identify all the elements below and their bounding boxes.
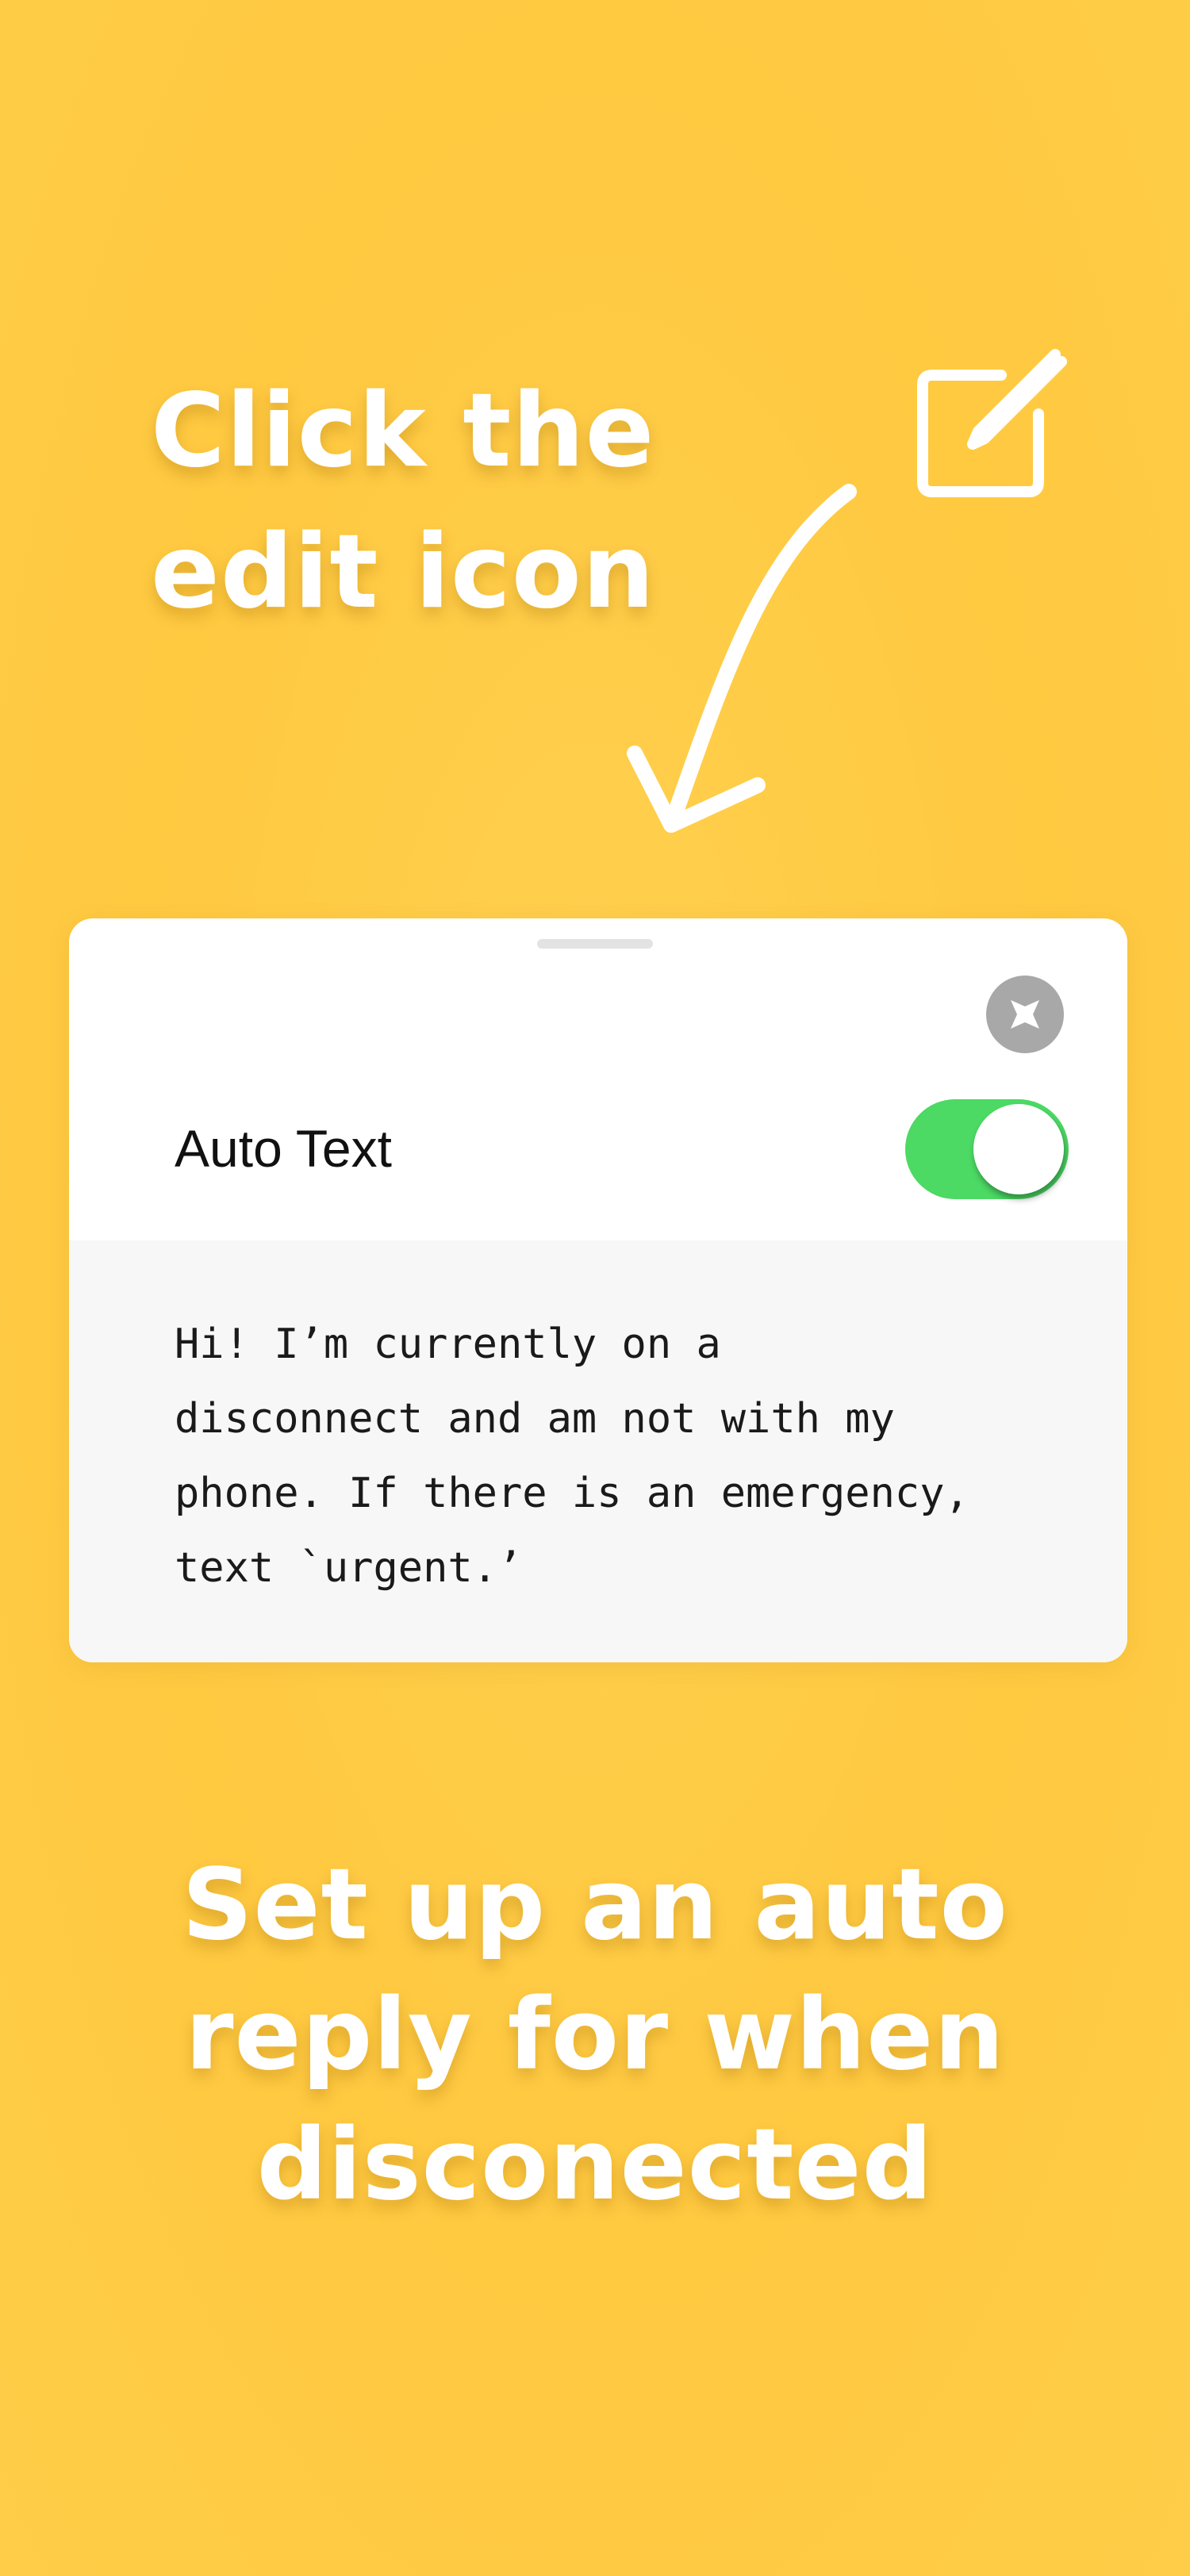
- sheet-grabber[interactable]: [537, 939, 653, 949]
- auto-text-sheet: Auto Text Hi! I’m currently on a disconn…: [69, 918, 1127, 1662]
- auto-text-message-area[interactable]: Hi! I’m currently on a disconnect and am…: [69, 1240, 1127, 1662]
- decoration-layer: [627, 349, 1067, 833]
- auto-text-label: Auto Text: [175, 1119, 392, 1178]
- headline-bottom: Set up an auto reply for when disconecte…: [119, 1840, 1071, 2230]
- close-button[interactable]: [986, 976, 1064, 1053]
- edit-icon: [917, 349, 1067, 497]
- auto-text-toggle[interactable]: [905, 1099, 1069, 1199]
- auto-text-message[interactable]: Hi! I’m currently on a disconnect and am…: [175, 1307, 1079, 1605]
- toggle-knob: [973, 1104, 1064, 1194]
- headline-bottom-line-1: Set up an auto: [182, 1848, 1008, 1962]
- headline-bottom-line-3: disconected: [256, 2108, 934, 2222]
- headline-bottom-line-2: reply for when: [185, 1978, 1005, 2092]
- close-icon: [1011, 1000, 1039, 1029]
- arrow-icon: [627, 484, 857, 833]
